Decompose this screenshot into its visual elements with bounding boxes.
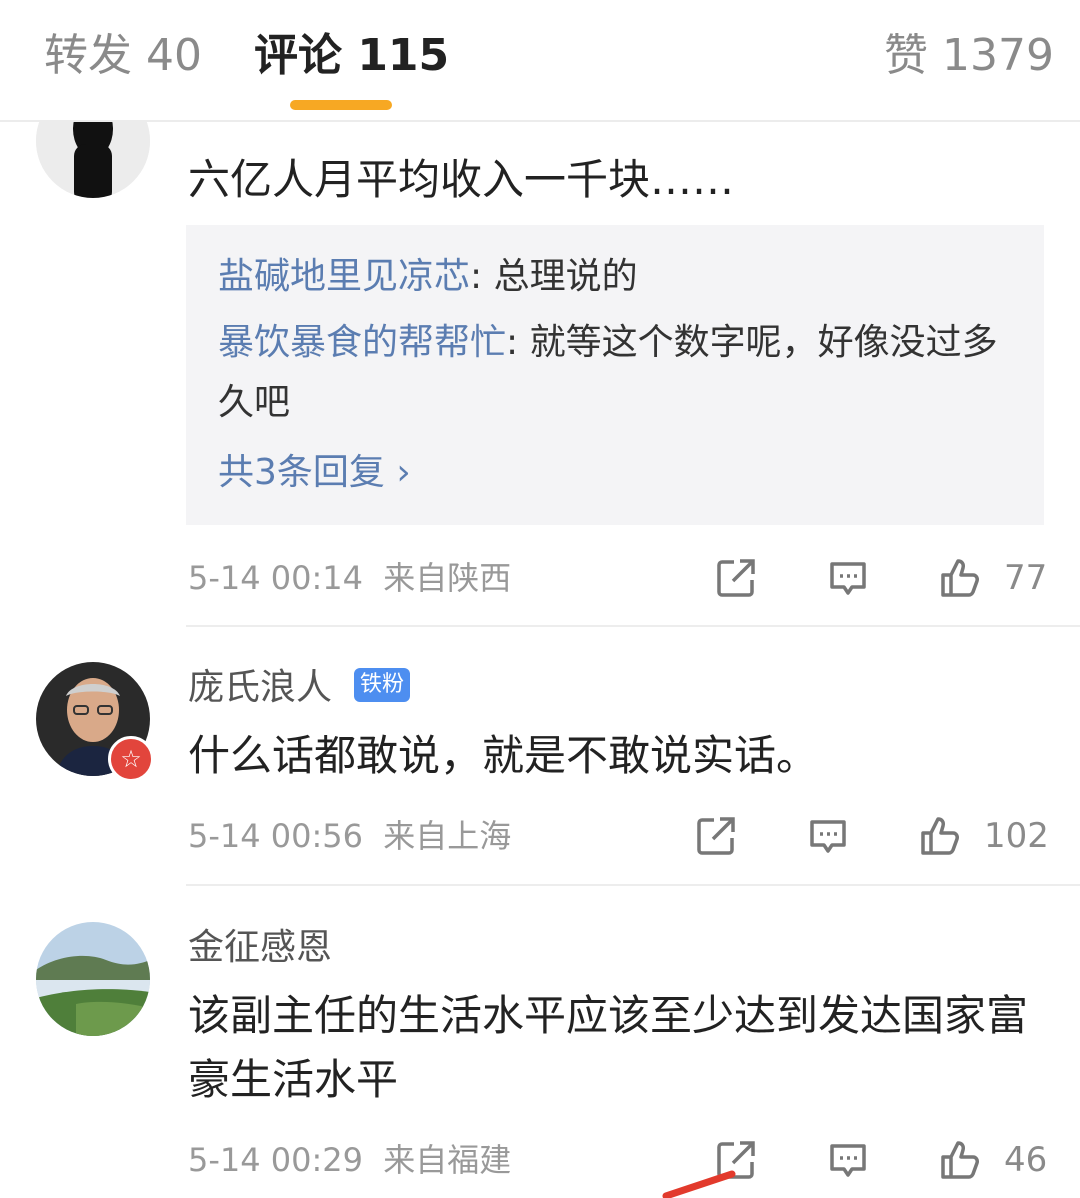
comment-location: 来自福建 xyxy=(383,1141,512,1179)
like-icon[interactable] xyxy=(938,556,982,600)
like-icon[interactable] xyxy=(938,1138,982,1182)
reply-author[interactable]: 盐碱地里见凉芯 xyxy=(218,256,470,297)
comment-time: 5-14 00:14 xyxy=(188,559,364,597)
share-icon[interactable] xyxy=(694,814,738,858)
fan-badge: 铁粉 xyxy=(354,668,411,702)
reply-item: 暴饮暴食的帮帮忙: 就等这个数字呢，好像没过多久吧 xyxy=(218,313,1008,433)
comment-icon[interactable] xyxy=(806,814,850,858)
annotation-arrow-mark xyxy=(662,1170,736,1198)
comment-text: 六亿人月平均收入一千块…… xyxy=(188,155,735,204)
reply-author[interactable]: 暴饮暴食的帮帮忙 xyxy=(218,322,506,363)
verified-badge-icon: ☆ xyxy=(108,736,154,782)
landscape-avatar-image xyxy=(36,922,150,1036)
like-count: 46 xyxy=(1004,1140,1048,1180)
avatar[interactable] xyxy=(36,922,150,1036)
comment-author[interactable]: 金征感恩 xyxy=(188,926,332,970)
comment-meta: 5-14 00:29 来自福建 xyxy=(188,1138,511,1182)
comment-time: 5-14 00:56 xyxy=(188,817,364,855)
comment-meta: 5-14 00:14 来自陕西 xyxy=(188,556,511,600)
tab-comments[interactable]: 评论 115 xyxy=(254,28,449,84)
divider xyxy=(186,884,1080,886)
divider xyxy=(186,625,1080,627)
tab-repost[interactable]: 转发 40 xyxy=(44,28,202,84)
comment-location: 来自上海 xyxy=(383,817,512,855)
share-icon[interactable] xyxy=(714,556,758,600)
comment-icon[interactable] xyxy=(826,1138,870,1182)
comment-time: 5-14 00:29 xyxy=(188,1141,364,1179)
reply-text: : 总理说的 xyxy=(470,256,638,297)
comment-meta: 5-14 00:56 来自上海 xyxy=(188,814,511,858)
comment-text: 该副主任的生活水平应该至少达到发达国家富豪生活水平 xyxy=(188,991,1029,1104)
comment-location: 来自陕西 xyxy=(383,559,512,597)
reply-item: 盐碱地里见凉芯: 总理说的 xyxy=(218,247,1008,307)
comment-tabs: 转发 40 评论 115 赞 1379 xyxy=(0,0,1080,122)
like-icon[interactable] xyxy=(918,814,962,858)
like-count: 77 xyxy=(1004,558,1048,598)
reply-preview-box[interactable]: 盐碱地里见凉芯: 总理说的 暴饮暴食的帮帮忙: 就等这个数字呢，好像没过多久吧 … xyxy=(186,225,1044,525)
active-tab-indicator xyxy=(290,100,392,110)
like-count: 102 xyxy=(984,816,1049,856)
tab-likes[interactable]: 赞 1379 xyxy=(884,28,1054,84)
comment-text: 什么话都敢说，就是不敢说实话。 xyxy=(188,731,819,780)
more-replies-link[interactable]: 共3条回复 › xyxy=(218,443,411,503)
comment-author[interactable]: 庞氏浪人 xyxy=(188,666,332,710)
comment-icon[interactable] xyxy=(826,556,870,600)
